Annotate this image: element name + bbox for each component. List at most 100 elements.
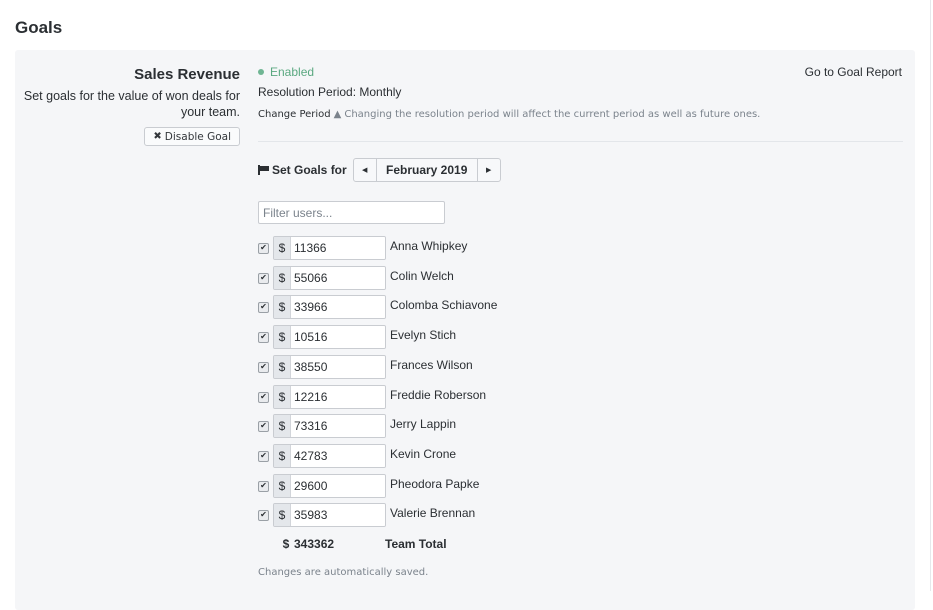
check-icon: ✔ [260,362,267,371]
user-name: Evelyn Stich [390,328,457,342]
user-name: Colomba Schiavone [390,298,498,312]
currency-addon: $ [274,415,291,437]
autosave-note: Changes are automatically saved. [258,567,429,578]
goal-amount-input[interactable] [291,475,385,497]
change-period-warning: Changing the resolution period will affe… [344,109,761,120]
current-period: February 2019 [385,163,468,177]
check-icon: ✔ [260,273,267,282]
check-icon: ✔ [260,510,267,519]
user-name: Frances Wilson [390,358,473,372]
goal-amount-field: $ [273,325,386,349]
currency-addon: $ [274,326,291,348]
goal-panel: Sales Revenue Set goals for the value of… [15,50,915,610]
goal-amount-field: $ [273,236,386,260]
currency-addon: $ [274,356,291,378]
user-checkbox[interactable]: ✔ [258,509,269,521]
close-icon: ✖ [153,131,162,142]
status-badge: Enabled [258,65,314,79]
team-total-row: $ 343362 Team Total [280,537,447,551]
goal-amount-field: $ [273,295,386,319]
user-goal-row: ✔ $ Pheodora Papke [258,474,479,498]
goal-amount-field: $ [273,474,386,498]
user-name: Valerie Brennan [390,506,476,520]
goal-amount-input[interactable] [291,237,385,259]
user-goal-row: ✔ $ Kevin Crone [258,444,456,468]
user-checkbox[interactable]: ✔ [258,450,269,462]
goal-amount-input[interactable] [291,504,385,526]
check-icon: ✔ [260,392,267,401]
status-dot-icon [258,69,264,75]
goal-amount-field: $ [273,503,386,527]
user-checkbox[interactable]: ✔ [258,301,269,313]
previous-period-button[interactable]: ◀ [354,159,377,181]
goal-amount-field: $ [273,385,386,409]
user-checkbox[interactable]: ✔ [258,420,269,432]
goal-amount-input[interactable] [291,356,385,378]
flag-icon [258,165,269,175]
change-period-row: Change Period ▲ Changing the resolution … [258,109,760,120]
currency-addon: $ [274,504,291,526]
check-icon: ✔ [260,243,267,252]
caret-right-icon: ▶ [485,167,492,174]
currency-addon: $ [274,296,291,318]
user-goal-row: ✔ $ Freddie Roberson [258,385,486,409]
set-goals-row: Set Goals for ◀ February 2019 ▶ [258,158,501,182]
caret-left-icon: ◀ [361,167,368,174]
resolution-period: Resolution Period: Monthly [258,85,402,99]
goal-report-link[interactable]: Go to Goal Report [805,65,902,79]
disable-goal-button[interactable]: ✖ Disable Goal [144,127,240,146]
set-goals-label: Set Goals for [258,163,347,177]
page-divider [930,0,931,591]
goal-description: Set goals for the value of won deals for… [23,89,240,119]
set-goals-text: Set Goals for [272,163,347,177]
goal-amount-field: $ [273,444,386,468]
user-checkbox[interactable]: ✔ [258,272,269,284]
user-goal-row: ✔ $ Colomba Schiavone [258,295,497,319]
goal-amount-field: $ [273,355,386,379]
user-goal-row: ✔ $ Anna Whipkey [258,236,467,260]
user-goal-row: ✔ $ Frances Wilson [258,355,473,379]
goal-amount-input[interactable] [291,445,385,467]
divider [258,141,903,142]
user-name: Colin Welch [390,269,454,283]
goal-amount-input[interactable] [291,267,385,289]
user-goal-row: ✔ $ Valerie Brennan [258,503,475,527]
user-name: Pheodora Papke [390,477,480,491]
user-goal-row: ✔ $ Colin Welch [258,266,454,290]
total-currency: $ [282,537,290,551]
next-period-button[interactable]: ▶ [476,159,500,181]
user-checkbox[interactable]: ✔ [258,331,269,343]
user-goal-row: ✔ $ Jerry Lappin [258,414,456,438]
goal-amount-field: $ [273,266,386,290]
user-name: Jerry Lappin [390,417,457,431]
user-name: Kevin Crone [390,447,457,461]
user-checkbox[interactable]: ✔ [258,242,269,254]
goal-amount-input[interactable] [291,296,385,318]
goal-amount-input[interactable] [291,386,385,408]
currency-addon: $ [274,475,291,497]
user-checkbox[interactable]: ✔ [258,480,269,492]
warning-icon: ▲ [333,109,342,120]
goal-name: Sales Revenue [134,66,240,83]
filter-users-input[interactable] [258,201,445,224]
goal-amount-input[interactable] [291,326,385,348]
goal-amount-field: $ [273,414,386,438]
goal-settings: Enabled Go to Goal Report Resolution Per… [258,50,908,610]
goal-amount-input[interactable] [291,415,385,437]
check-icon: ✔ [260,302,267,311]
check-icon: ✔ [260,332,267,341]
change-period-link[interactable]: Change Period [258,109,331,120]
currency-addon: $ [274,237,291,259]
user-checkbox[interactable]: ✔ [258,391,269,403]
check-icon: ✔ [260,421,267,430]
user-name: Freddie Roberson [390,388,487,402]
page-title: Goals [15,18,63,37]
team-total-label: Team Total [385,537,447,551]
user-goal-row: ✔ $ Evelyn Stich [258,325,456,349]
status-text: Enabled [270,65,315,79]
currency-addon: $ [274,445,291,467]
user-checkbox[interactable]: ✔ [258,361,269,373]
currency-addon: $ [274,386,291,408]
currency-addon: $ [274,267,291,289]
check-icon: ✔ [260,451,267,460]
